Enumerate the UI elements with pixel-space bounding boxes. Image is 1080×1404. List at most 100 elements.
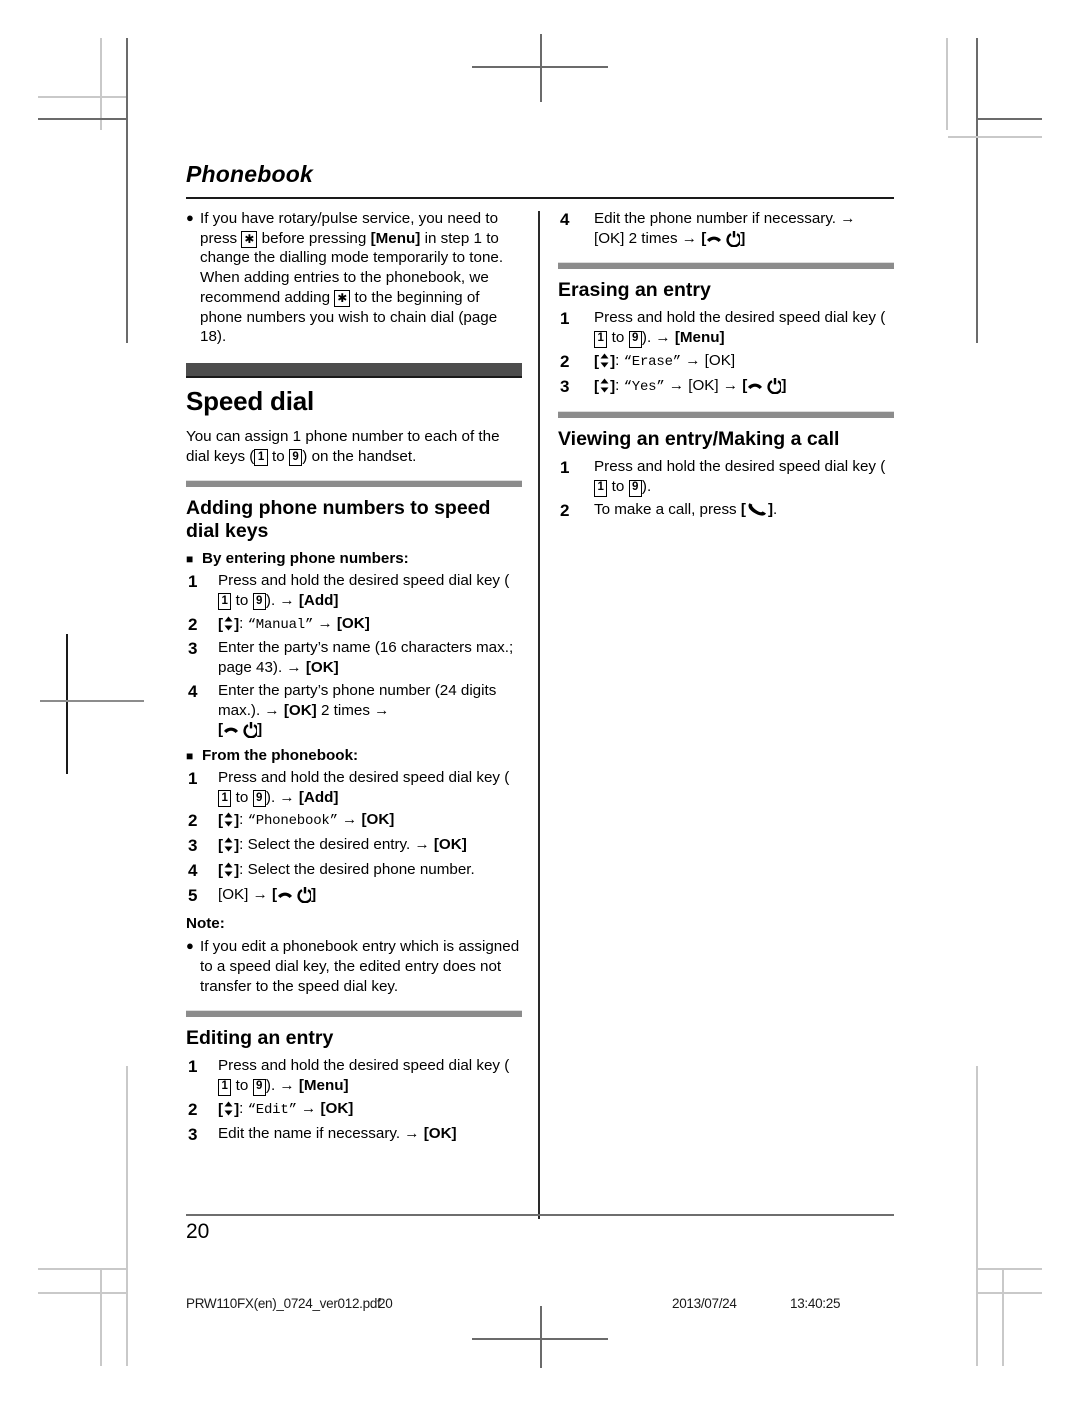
step-text-b: ).: [641, 329, 656, 347]
step-text-a: Select the desired entry.: [247, 836, 415, 854]
arrow-icon: →: [342, 811, 358, 829]
step-item: 2 []: “Phonebook” → [OK]: [186, 810, 522, 832]
power-offhook-key-icon: []: [701, 229, 746, 248]
step-item: 1 Press and hold the desired speed dial …: [558, 457, 894, 497]
step-number: 2: [560, 351, 570, 371]
step-text-b: .: [773, 500, 778, 518]
step-item: 1 Press and hold the desired speed dial …: [186, 1056, 522, 1096]
arrow-icon: →: [279, 788, 295, 806]
step-text: Edit the phone number if necessary. → [OK…: [594, 209, 894, 249]
chapter-title: Phonebook: [186, 161, 314, 187]
intro-bullet: ● If you have rotary/pulse service, you …: [186, 209, 522, 347]
step-text: [OK] → []: [218, 885, 522, 907]
step-item: 1 Press and hold the desired speed dial …: [186, 571, 522, 611]
power-offhook-key-icon: []: [272, 885, 317, 904]
step-text: Edit the name if necessary. → [OK]: [218, 1124, 522, 1146]
adding-heading: Adding phone numbers to speed dial keys: [186, 497, 491, 543]
ok-key-label: [OK]: [433, 836, 467, 854]
step-item: 4 Enter the party’s phone number (24 dig…: [186, 681, 522, 740]
step-text-to: to: [231, 788, 253, 806]
step-item: 3 []: “Yes” → [OK] → []: [558, 376, 894, 398]
step-text-b: ).: [265, 1077, 280, 1095]
step-text: Press and hold the desired speed dial ke…: [594, 308, 894, 348]
step-text: Press and hold the desired speed dial ke…: [218, 571, 522, 611]
arrow-icon: →: [681, 229, 697, 247]
navigator-key-icon: []: [218, 812, 240, 830]
step-item: 4 Edit the phone number if necessary. →[…: [558, 209, 894, 249]
navigator-key-icon: []: [594, 352, 616, 370]
crop-mark-bl-v2: [100, 1270, 102, 1366]
intro-text-2: before pressing: [257, 229, 371, 247]
step-times-text: 2 times: [624, 229, 682, 247]
arrow-icon: →: [668, 376, 685, 394]
ok-key-label: [OK]: [688, 376, 719, 394]
step-text-a: Press and hold the desired speed dial ke…: [594, 309, 886, 327]
step-text-a: Edit the phone number if necessary.: [594, 209, 841, 227]
step-text-a: Select the desired phone number.: [247, 860, 475, 878]
step-text-a: Press and hold the desired speed dial ke…: [594, 458, 886, 476]
bullet-dot-icon: ●: [186, 938, 194, 954]
step-text-a: Press and hold the desired speed dial ke…: [218, 768, 510, 786]
power-offhook-key-icon: []: [218, 721, 263, 739]
footer-date: 2013/07/24: [672, 1296, 737, 1311]
note-bullet-text: If you edit a phonebook entry which is a…: [200, 938, 520, 995]
add-key-label: [Add]: [298, 591, 339, 609]
crop-mark-tr-v: [976, 38, 978, 343]
adding-section-rule: [186, 480, 522, 488]
step-text: []: Select the desired phone number.: [218, 860, 475, 879]
step-text-b: ).: [641, 478, 652, 496]
arrow-icon: →: [722, 376, 739, 394]
step-text: []: “Erase” → [OK]: [594, 351, 736, 370]
step-item: 3 Edit the name if necessary. → [OK]: [186, 1124, 522, 1146]
step-text: []: “Edit” → [OK]: [218, 1099, 354, 1118]
step-text: []: “Phonebook” → [OK]: [218, 811, 395, 830]
step-text-b: ).: [265, 591, 280, 609]
step-item: 2 []: “Manual” → [OK]: [186, 614, 522, 636]
crop-mark-tr-h: [976, 118, 1042, 120]
speed-dial-bar: [186, 363, 522, 379]
crop-mark-bl-h2: [38, 1292, 126, 1294]
arrow-icon: →: [301, 1099, 317, 1117]
chapter-rule: [186, 196, 894, 199]
arrow-icon: →: [279, 1077, 295, 1095]
lead-text-b: ) on the handset.: [302, 447, 417, 465]
note-bullet: ● If you edit a phonebook entry which is…: [186, 937, 522, 996]
viewing-section-rule: [558, 411, 894, 419]
step-text-to: to: [607, 329, 629, 347]
step-number: 2: [188, 1099, 198, 1119]
asterisk-key-icon: ✱: [241, 230, 258, 248]
crop-mark-bl-v: [126, 1066, 128, 1366]
dial-key-9-icon: 9: [628, 479, 642, 497]
crop-mark-br-v2: [1002, 1270, 1004, 1366]
navigator-key-icon: []: [218, 1100, 240, 1118]
crop-mark-bottom-cross-v: [540, 1306, 542, 1368]
dial-key-1-icon: 1: [218, 1078, 232, 1096]
square-bullet-icon: ■: [186, 552, 194, 567]
crop-mark-tl-v2: [100, 38, 102, 130]
crop-mark-br-h2: [976, 1292, 1042, 1294]
step-text-b: ).: [265, 788, 280, 806]
ok-key-label: [OK]: [305, 659, 339, 677]
group-label-text: From the phonebook:: [202, 747, 359, 765]
menu-key-label: [Menu]: [370, 229, 421, 247]
dial-key-9-icon: 9: [252, 790, 266, 808]
dial-key-9-icon: 9: [628, 330, 642, 348]
menu-value-text: “Edit”: [247, 1101, 297, 1118]
menu-value-text: “Yes”: [623, 378, 665, 395]
crop-mark-top-cross-v: [540, 34, 542, 102]
ok-key-label: [OK]: [423, 1124, 457, 1142]
talk-key-icon: []: [740, 500, 773, 518]
step-number: 4: [560, 209, 570, 229]
step-item: 2 []: “Erase” → [OK]: [558, 351, 894, 373]
two-column-layout: ● If you have rotary/pulse service, you …: [186, 209, 894, 1219]
crop-mark-left-cross-h: [40, 700, 144, 702]
viewing-heading: Viewing an entry/Making a call: [558, 428, 840, 451]
step-item: 2 []: “Edit” → [OK]: [186, 1099, 522, 1121]
crop-mark-br-v: [976, 1066, 978, 1366]
step-text-a: Press and hold the desired speed dial ke…: [218, 1057, 510, 1075]
step-number: 4: [188, 681, 198, 701]
step-text-a: To make a call, press: [594, 500, 741, 518]
arrow-icon: →: [404, 1124, 420, 1142]
step-number: 1: [188, 572, 198, 592]
ok-key-label: [OK]: [704, 351, 736, 369]
